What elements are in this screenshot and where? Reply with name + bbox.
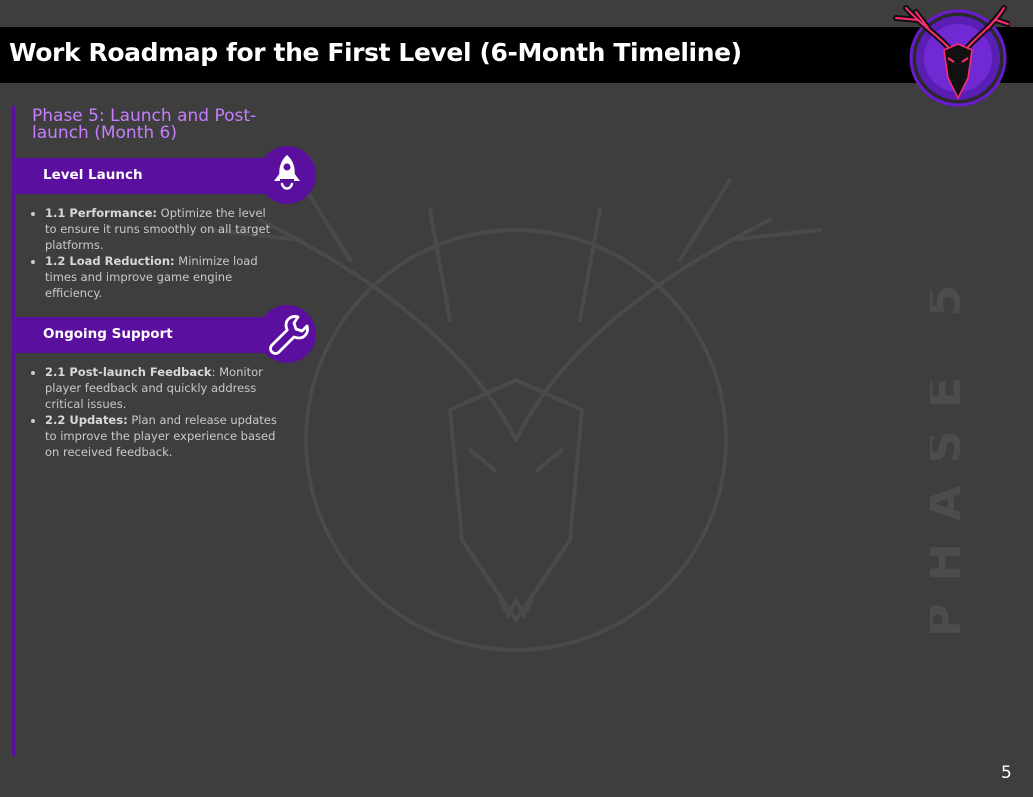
list-item: 2.2 Updates: Plan and release updates to… [45,412,277,460]
ongoing-support-list: 2.1 Post-launch Feedback: Monitor player… [28,364,277,460]
list-item: 2.1 Post-launch Feedback: Monitor player… [45,364,277,412]
list-item: 1.2 Load Reduction: Minimize load times … [45,253,277,301]
rocket-icon [258,146,316,204]
section-label: Level Launch [43,167,143,183]
list-item: 1.1 Performance: Optimize the level to e… [45,205,277,253]
phase-title: Phase 5: Launch and Post-launch (Month 6… [32,106,257,143]
accent-line [12,106,15,756]
slide-title: Work Roadmap for the First Level (6-Mont… [9,38,742,67]
level-launch-list: 1.1 Performance: Optimize the level to e… [28,205,277,301]
phase-vertical-watermark: PHASE 5 [930,263,971,637]
section-banner-level-launch: Level Launch [15,158,273,194]
section-banner-ongoing-support: Ongoing Support [15,317,273,353]
page-number: 5 [1001,763,1012,783]
section-label: Ongoing Support [43,326,173,342]
title-bar: Work Roadmap for the First Level (6-Mont… [0,27,1033,83]
wrench-icon [258,305,316,363]
phase-vertical-text: PHASE 5 [930,263,971,637]
deer-skull-logo [893,5,1010,107]
